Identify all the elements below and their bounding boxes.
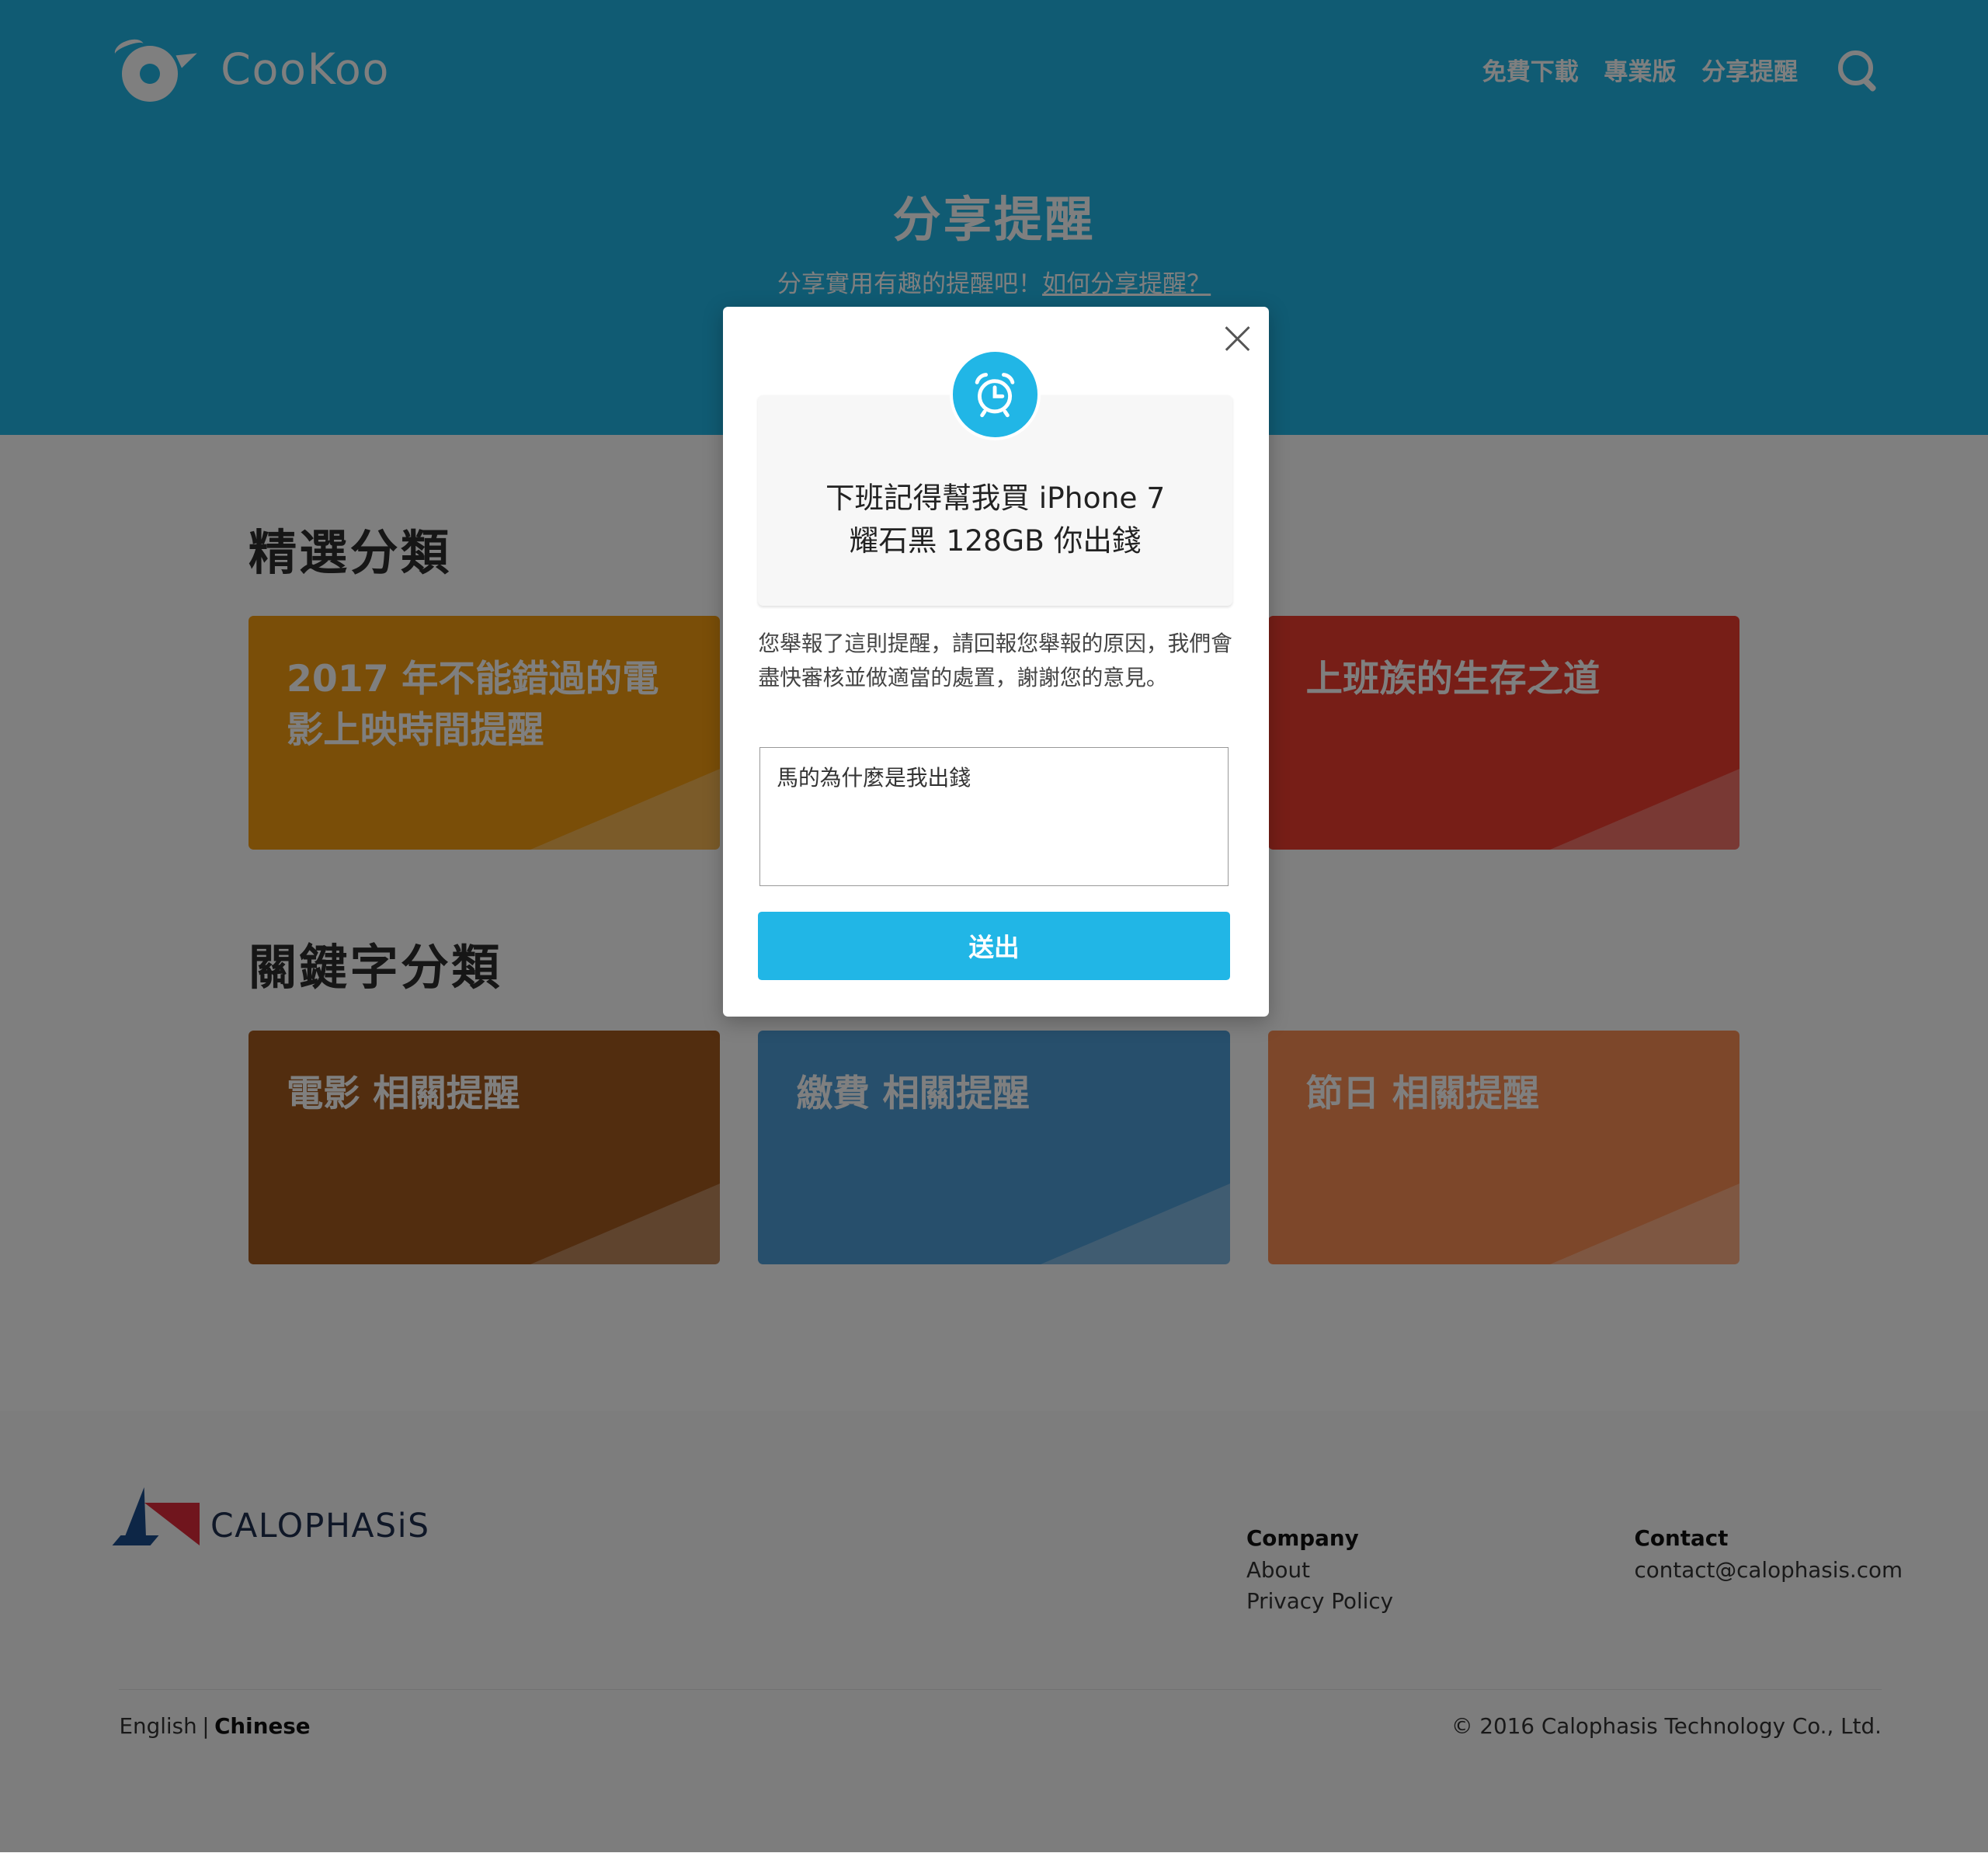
reminder-text: 下班記得幫我買 iPhone 7 耀石黑 128GB 你出錢 (758, 477, 1232, 563)
report-reason-input[interactable] (759, 746, 1229, 887)
report-modal: 下班記得幫我買 iPhone 7 耀石黑 128GB 你出錢 您舉報了這則提醒，… (722, 307, 1270, 1017)
alarm-clock-icon (949, 348, 1041, 440)
reminder-line-2: 耀石黑 128GB 你出錢 (849, 523, 1142, 558)
reminder-line-1: 下班記得幫我買 iPhone 7 (825, 480, 1166, 515)
report-description: 您舉報了這則提醒，請回報您舉報的原因，我們會盡快審核並做適當的處置，謝謝您的意見… (758, 630, 1232, 690)
submit-button[interactable]: 送出 (758, 911, 1230, 981)
close-icon[interactable] (1221, 322, 1253, 355)
page: CooKoo 免費下載 專業版 分享提醒 分享提醒 分享實用有趣的提醒吧！如何分… (0, 0, 1988, 1853)
